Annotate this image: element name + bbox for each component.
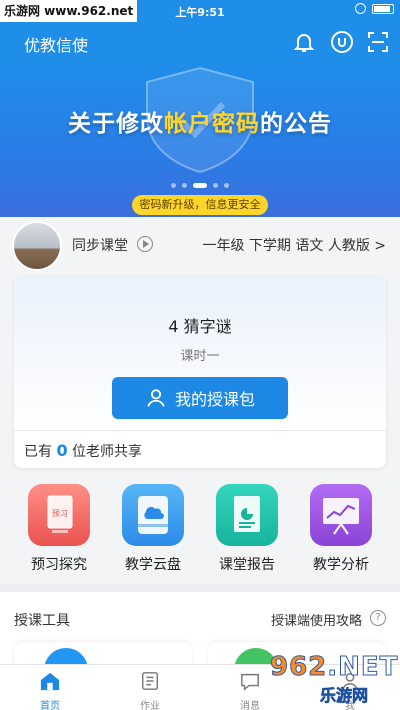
tab-label: 作业 (140, 701, 160, 710)
watermark-brand-tld: .NET (327, 652, 399, 683)
watermark-logo: 962.NET 乐游网 (242, 652, 397, 706)
share-count: 0 (56, 441, 68, 460)
feature-label: 教学分析 (313, 557, 369, 573)
watermark-brand: 962.NET (269, 652, 399, 683)
lesson-button-label: 我的授课包 (174, 390, 255, 409)
course-selector[interactable]: 一年级 下学期 语文 人教版 > (202, 235, 386, 255)
tools-title: 授课工具 (14, 613, 70, 629)
share-info: 已有 0 位老师共享 (24, 441, 142, 461)
share-prefix: 已有 (24, 444, 52, 460)
app-title: 优教信使 (24, 36, 89, 55)
avatar[interactable] (12, 221, 62, 271)
banner-title-part-a: 关于修改 (68, 111, 164, 137)
watermark-brand-num: 962 (269, 652, 328, 683)
banner-title-part-b: 的公告 (260, 111, 332, 137)
report-icon (216, 484, 278, 546)
scan-icon[interactable] (366, 30, 390, 54)
watermark-brand-cn: 乐游网 (320, 686, 369, 706)
feature-grid: 预习 预习探究 教学云盘 课堂报告 教学分析 (0, 478, 400, 578)
tab-home[interactable]: 首页 (0, 665, 100, 710)
app-header: 优教信使 (0, 22, 400, 62)
play-icon[interactable] (137, 236, 153, 252)
pagination-dot[interactable] (224, 183, 229, 188)
banner-title-highlight: 帐户密码 (164, 111, 260, 137)
preview-icon-text: 预习 (52, 508, 68, 518)
section-separator (0, 584, 400, 592)
feature-cloud-drive[interactable]: 教学云盘 (112, 478, 194, 578)
announcement-banner[interactable]: 关于修改帐户密码的公告 密码新升级，信息更安全 (0, 62, 400, 217)
banner-title: 关于修改帐户密码的公告 (0, 104, 400, 138)
banner-subtitle: 密码新升级，信息更安全 (132, 195, 268, 215)
pagination-dot[interactable] (193, 183, 207, 188)
feature-label: 教学云盘 (125, 557, 181, 573)
my-lesson-package-button[interactable]: 我的授课包 (112, 377, 288, 419)
banner-pagination (0, 183, 400, 188)
battery-icon (372, 3, 394, 14)
watermark-top: 乐游网 www.962.net (0, 0, 138, 22)
pagination-dot[interactable] (171, 183, 176, 188)
share-suffix: 位老师共享 (72, 444, 143, 460)
feature-class-report[interactable]: 课堂报告 (206, 478, 288, 578)
pagination-dot[interactable] (182, 183, 187, 188)
feature-preview[interactable]: 预习 预习探究 (18, 478, 100, 578)
pagination-dot[interactable] (213, 183, 218, 188)
feature-label: 预习探究 (31, 557, 87, 573)
user-circle-icon[interactable] (330, 30, 354, 54)
divider (14, 430, 386, 431)
user-icon (147, 389, 165, 407)
tab-label: 首页 (40, 701, 60, 710)
lesson-card: 4 猜字谜 课时一 我的授课包 已有 0 位老师共享 (14, 275, 386, 468)
tools-guide-link[interactable]: 授课端使用攻略 (271, 610, 362, 629)
lesson-subtitle: 课时一 (180, 349, 220, 364)
course-header: 同步课堂 一年级 下学期 语文 人教版 > (0, 217, 400, 275)
analysis-board-icon (310, 484, 372, 546)
bell-icon[interactable] (292, 30, 316, 54)
lesson-title: 4 猜字谜 (168, 317, 232, 336)
cloud-drive-icon (122, 484, 184, 546)
course-label[interactable]: 同步课堂 (72, 235, 128, 255)
tab-homework[interactable]: 作业 (100, 665, 200, 710)
help-icon[interactable]: ? (370, 610, 386, 626)
homework-icon (142, 672, 158, 690)
feature-label: 课堂报告 (219, 557, 275, 573)
feature-teaching-analysis[interactable]: 教学分析 (300, 478, 382, 578)
home-icon (40, 672, 60, 691)
preview-doc-icon: 预习 (28, 484, 90, 546)
orientation-lock-icon (355, 3, 366, 14)
